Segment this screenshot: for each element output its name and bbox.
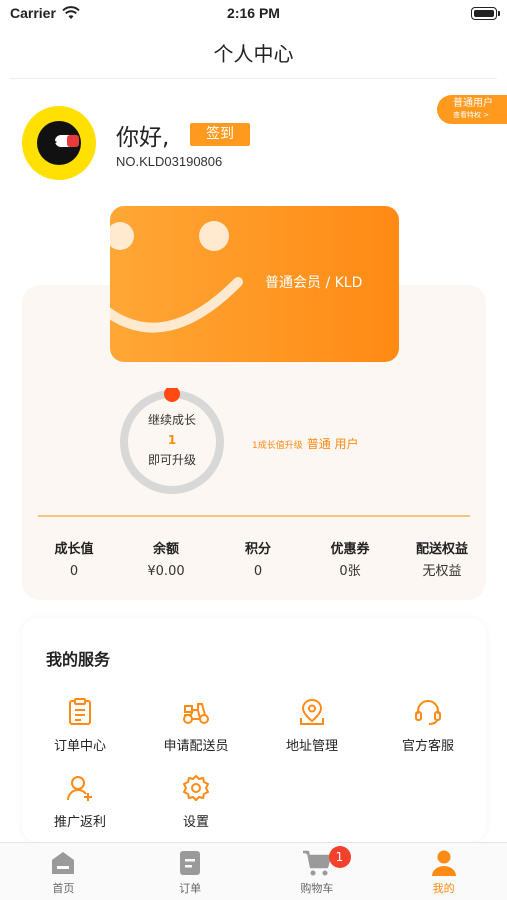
greeting-text: 你好,	[116, 125, 170, 151]
services-title: 我的服务	[46, 650, 111, 669]
signin-button[interactable]: 签到	[190, 123, 250, 146]
battery-icon	[471, 7, 500, 20]
cart-icon	[302, 850, 332, 876]
tab-label: 我的	[432, 882, 455, 895]
user-level-badge[interactable]: 普通用户 查看特权 >	[437, 95, 507, 124]
tab-home[interactable]: 首页	[0, 843, 127, 900]
stat-value: 无权益	[422, 564, 462, 579]
stat-value: 0	[69, 564, 79, 579]
service-label: 申请配送员	[163, 739, 229, 754]
scooter-icon	[183, 703, 209, 724]
member-card[interactable]: 普通会员 / KLD	[110, 206, 399, 362]
service-referral[interactable]: 推广返利	[22, 774, 138, 830]
gear-icon	[183, 775, 209, 801]
upgrade-prefix: 1成长值升级	[252, 441, 303, 451]
avatar[interactable]	[22, 106, 96, 180]
clipboard-icon	[69, 698, 91, 725]
stat-label: 余额	[152, 542, 179, 557]
stat-label: 积分	[244, 542, 271, 557]
nav-divider	[10, 78, 497, 79]
profile-icon	[431, 850, 456, 876]
tab-label: 购物车	[300, 882, 334, 895]
service-label: 设置	[182, 815, 209, 830]
user-level-title: 普通用户	[453, 98, 493, 109]
clock: 2:16 PM	[227, 5, 280, 21]
progress-marker	[164, 388, 180, 402]
stat-coupons[interactable]: 优惠券 0张	[304, 540, 396, 582]
home-icon	[52, 852, 75, 874]
view-privileges-link[interactable]: 查看特权 >	[453, 110, 507, 120]
growth-line2: 即可升级	[147, 453, 196, 467]
service-label: 官方客服	[401, 739, 454, 754]
tab-cart[interactable]: 1 购物车	[254, 843, 381, 900]
service-settings[interactable]: 设置	[138, 774, 254, 830]
status-bar: Carrier 2:16 PM	[0, 0, 507, 28]
member-card-label: 普通会员 / KLD	[265, 275, 363, 291]
growth-line1: 继续成长	[147, 413, 196, 427]
headset-icon	[415, 700, 441, 725]
stat-label: 优惠券	[330, 542, 370, 557]
stat-balance[interactable]: 余额 ¥0.00	[120, 540, 212, 582]
stat-value: 0张	[339, 564, 361, 579]
user-number: NO.KLD03190806	[116, 154, 223, 169]
growth-ring-text: 继续成长 1 即可升级	[118, 410, 226, 470]
stat-label: 配送权益	[415, 542, 468, 557]
stats-row: 成长值 0 余额 ¥0.00 积分 0 优惠券 0张 配送权益 无权益	[28, 540, 488, 582]
tab-bar: 首页 订单 1 购物车 我的	[0, 842, 507, 900]
stat-value: 0	[253, 564, 263, 579]
stat-delivery-rights[interactable]: 配送权益 无权益	[396, 540, 488, 582]
stat-growth[interactable]: 成长值 0	[28, 540, 120, 582]
tab-profile[interactable]: 我的	[380, 843, 507, 900]
stat-points[interactable]: 积分 0	[212, 540, 304, 582]
tab-label: 订单	[179, 882, 202, 895]
service-label: 推广返利	[53, 815, 106, 830]
upgrade-hint: 1成长值升级 普通 用户	[252, 435, 359, 452]
service-label: 地址管理	[285, 739, 338, 754]
growth-value: 1	[167, 433, 177, 447]
service-apply-courier[interactable]: 申请配送员	[138, 698, 254, 754]
service-address[interactable]: 地址管理	[254, 698, 370, 754]
order-icon	[180, 851, 201, 875]
cart-count-badge: 1	[328, 846, 351, 868]
service-label: 订单中心	[53, 739, 106, 754]
user-plus-icon	[67, 776, 92, 801]
service-order-center[interactable]: 订单中心	[22, 698, 138, 754]
location-icon	[300, 698, 324, 725]
tab-orders[interactable]: 订单	[127, 843, 254, 900]
helmet-logo-icon	[37, 121, 81, 165]
stat-value: ¥0.00	[147, 564, 185, 579]
upgrade-level: 普通 用户	[306, 437, 359, 451]
tab-label: 首页	[52, 882, 75, 895]
services-section: 我的服务 订单中心 申请配送员 地址管理 官方客服 推广返利 设置	[22, 618, 486, 842]
service-customer-support[interactable]: 官方客服	[370, 698, 486, 754]
panel-divider	[38, 515, 470, 517]
stat-label: 成长值	[54, 542, 94, 557]
page-title: 个人中心	[213, 42, 294, 66]
